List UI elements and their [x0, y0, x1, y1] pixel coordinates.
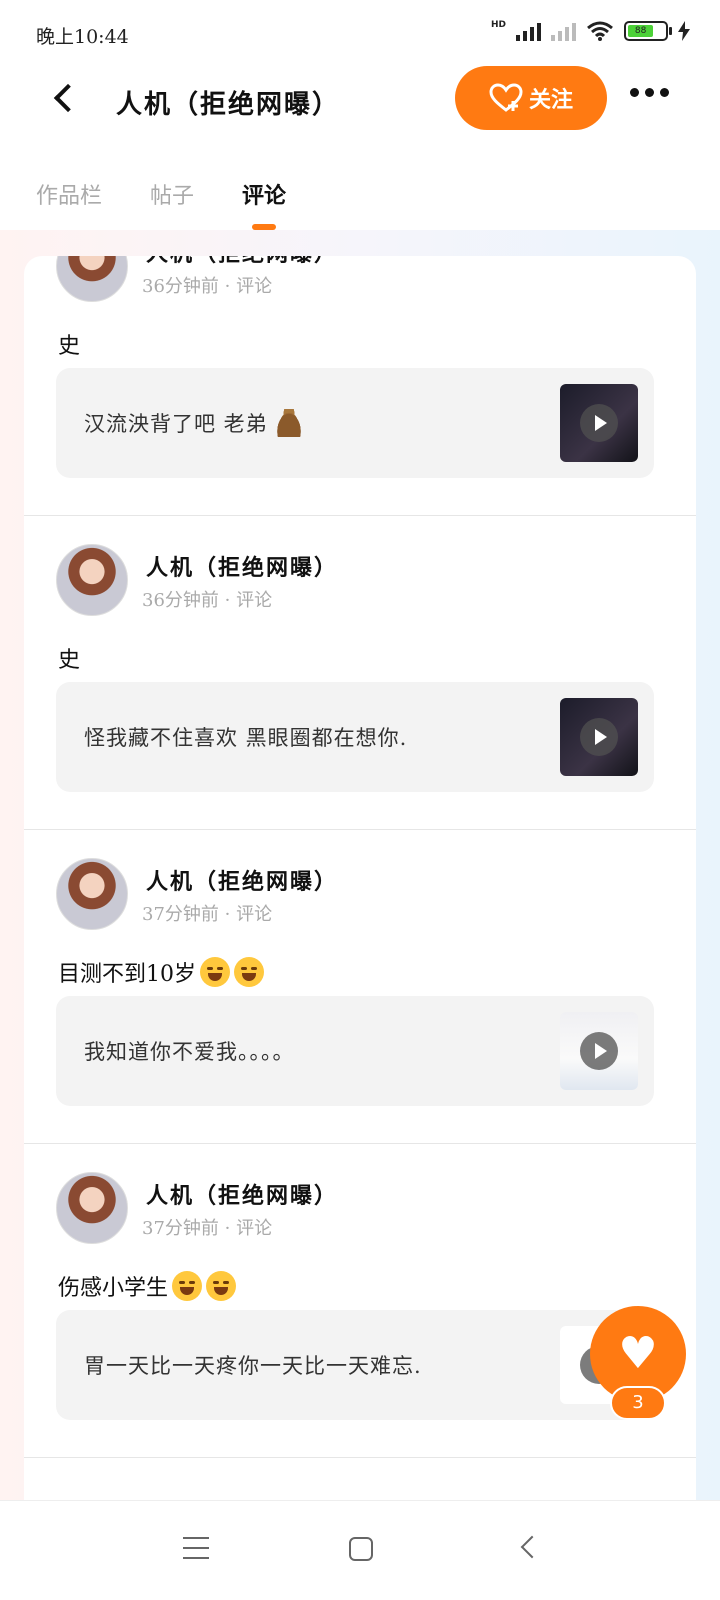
follow-button[interactable]: 关注	[455, 66, 607, 130]
quoted-text: 怪我藏不住喜欢 黑眼圈都在想你.	[84, 726, 408, 750]
quoted-text-row: 胃一天比一天疼你一天比一天难忘.	[84, 1350, 422, 1380]
more-options-button[interactable]	[630, 88, 669, 97]
wifi-icon	[587, 21, 613, 41]
quoted-post[interactable]: 怪我藏不住喜欢 黑眼圈都在想你.	[56, 682, 654, 792]
status-time: 晚上10:44	[36, 26, 129, 48]
tab-label: 作品栏	[36, 184, 103, 209]
tab-label: 评论	[242, 183, 287, 209]
tab-posts[interactable]: 帖子	[150, 164, 194, 224]
laugh-cry-emoji-icon	[206, 1271, 237, 1301]
heart-icon: ♥	[618, 1328, 658, 1379]
profile-tabs: 作品栏 帖子 评论	[36, 164, 287, 230]
comment-card[interactable]: 人机（拒绝网曝） 36分钟前 · 评论 史 怪我藏不住喜欢 黑眼圈都在想你.	[24, 510, 696, 830]
comment-text-row: 史	[58, 642, 80, 674]
recent-apps-icon[interactable]	[183, 1537, 209, 1559]
tab-comments[interactable]: 评论	[242, 164, 287, 230]
play-icon	[580, 404, 618, 442]
dot-icon	[645, 88, 654, 97]
comment-text-row: 目测不到10岁	[58, 956, 264, 988]
comment-card[interactable]: 人机（拒绝网曝） 37分钟前 · 评论 伤感小学生 胃一天比一天疼你一天比一天难…	[24, 1138, 696, 1458]
like-count-badge: 3	[610, 1386, 666, 1420]
video-thumbnail[interactable]	[560, 698, 638, 776]
quoted-text: 胃一天比一天疼你一天比一天难忘.	[84, 1354, 422, 1378]
signal-icon	[516, 21, 541, 41]
heart-plus-icon	[489, 83, 523, 112]
comment-text: 伤感小学生	[58, 1276, 169, 1301]
quoted-text: 汉流泱背了吧 老弟	[84, 412, 268, 436]
quoted-post[interactable]: 胃一天比一天疼你一天比一天难忘.	[56, 1310, 654, 1420]
battery-icon: 88	[624, 21, 672, 41]
dot-icon	[660, 88, 669, 97]
comment-meta: 37分钟前 · 评论	[142, 1218, 273, 1239]
avatar[interactable]	[56, 544, 128, 616]
comment-username[interactable]: 人机（拒绝网曝）	[146, 256, 338, 268]
status-icons: HD 88	[491, 20, 690, 42]
laugh-cry-emoji-icon	[172, 1271, 203, 1301]
avatar[interactable]	[56, 858, 128, 930]
system-back-icon[interactable]	[520, 1535, 544, 1559]
battery-level: 88	[628, 25, 654, 37]
home-icon[interactable]	[349, 1537, 373, 1561]
comment-username[interactable]: 人机（拒绝网曝）	[146, 864, 338, 896]
tab-label: 帖子	[150, 184, 195, 209]
poo-emoji-icon	[273, 409, 304, 437]
avatar[interactable]	[56, 256, 128, 302]
tab-works[interactable]: 作品栏	[36, 164, 102, 224]
laugh-cry-emoji-icon	[200, 957, 230, 987]
signal-2-icon	[551, 21, 576, 41]
quoted-text: 我知道你不爱我。。。。	[84, 1040, 295, 1064]
quoted-post[interactable]: 我知道你不爱我。。。。	[56, 996, 654, 1106]
avatar[interactable]	[56, 1172, 128, 1244]
comment-text-row: 伤感小学生	[58, 1270, 237, 1302]
page-title: 人机（拒绝网曝）	[116, 90, 341, 120]
comment-meta: 36分钟前 · 评论	[142, 276, 273, 297]
comment-text: 史	[58, 334, 81, 359]
comment-text: 目测不到10岁	[58, 962, 196, 987]
comment-text-row: 史	[58, 328, 80, 360]
comment-feed[interactable]: 人机（拒绝网曝） 36分钟前 · 评论 史 汉流泱背了吧 老弟 人机（拒绝网曝）…	[24, 256, 696, 1500]
network-type-label: HD	[490, 20, 506, 30]
quoted-text-row: 汉流泱背了吧 老弟	[84, 408, 304, 438]
laugh-cry-emoji-icon	[234, 957, 264, 987]
comment-meta: 37分钟前 · 评论	[142, 904, 273, 925]
comment-meta: 36分钟前 · 评论	[142, 590, 273, 611]
comment-username[interactable]: 人机（拒绝网曝）	[146, 550, 338, 582]
comment-text: 史	[58, 648, 81, 673]
play-icon	[580, 1032, 618, 1070]
quoted-post[interactable]: 汉流泱背了吧 老弟	[56, 368, 654, 478]
quoted-text-row: 我知道你不爱我。。。。	[84, 1036, 295, 1066]
charging-icon	[678, 21, 690, 41]
comment-username[interactable]: 人机（拒绝网曝）	[146, 1178, 338, 1210]
quoted-text-row: 怪我藏不住喜欢 黑眼圈都在想你.	[84, 722, 407, 752]
back-button[interactable]	[44, 78, 84, 118]
video-thumbnail[interactable]	[560, 384, 638, 462]
profile-header: 人机（拒绝网曝） 关注	[0, 64, 720, 134]
dot-icon	[630, 88, 639, 97]
system-nav-bar	[0, 1500, 720, 1600]
play-icon	[580, 718, 618, 756]
follow-label: 关注	[528, 87, 573, 113]
comment-card[interactable]: 人机（拒绝网曝） 36分钟前 · 评论 史 汉流泱背了吧 老弟	[24, 256, 696, 516]
comment-card[interactable]: 人机（拒绝网曝） 37分钟前 · 评论 目测不到10岁 我知道你不爱我。。。。	[24, 824, 696, 1144]
status-bar: 晚上10:44 HD 88	[0, 0, 720, 70]
video-thumbnail[interactable]	[560, 1012, 638, 1090]
